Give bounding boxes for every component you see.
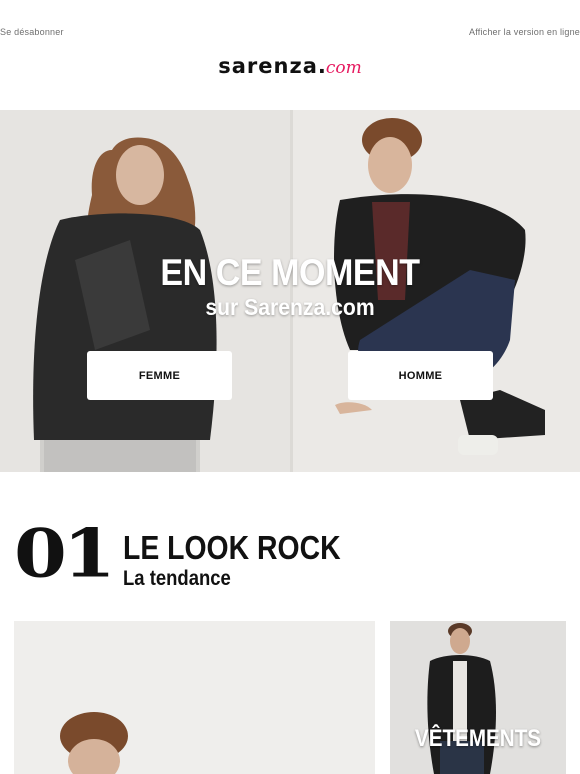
main-look-photo: [14, 621, 375, 774]
unsubscribe-link[interactable]: Se désabonner: [0, 27, 64, 37]
look-rock-main-tile[interactable]: [14, 621, 375, 774]
hero-banner[interactable]: EN CE MOMENT sur Sarenza.com FEMME HOMME: [0, 110, 580, 472]
section-title: LE LOOK ROCK: [123, 529, 341, 566]
vetements-label: VÊTEMENTS: [414, 725, 542, 752]
section-heading: 01 LE LOOK ROCK La tendance: [14, 520, 574, 596]
brand-logo[interactable]: sarenza.com: [0, 54, 580, 78]
femme-button[interactable]: FEMME: [87, 351, 232, 400]
top-links-bar: Se désabonner Afficher la version en lig…: [0, 27, 580, 39]
section-subtitle: La tendance: [123, 567, 231, 590]
section-number: 01: [14, 513, 116, 593]
homme-button[interactable]: HOMME: [348, 351, 493, 400]
logo-tld-text: com: [325, 58, 362, 78]
vetements-tile[interactable]: VÊTEMENTS: [390, 621, 566, 774]
hero-title: EN CE MOMENT: [160, 252, 420, 293]
hero-subtitle: sur Sarenza.com: [205, 294, 375, 320]
logo-brand-text: sarenza: [218, 54, 318, 78]
view-online-link[interactable]: Afficher la version en ligne: [469, 27, 580, 37]
logo-dot: .: [317, 54, 326, 78]
